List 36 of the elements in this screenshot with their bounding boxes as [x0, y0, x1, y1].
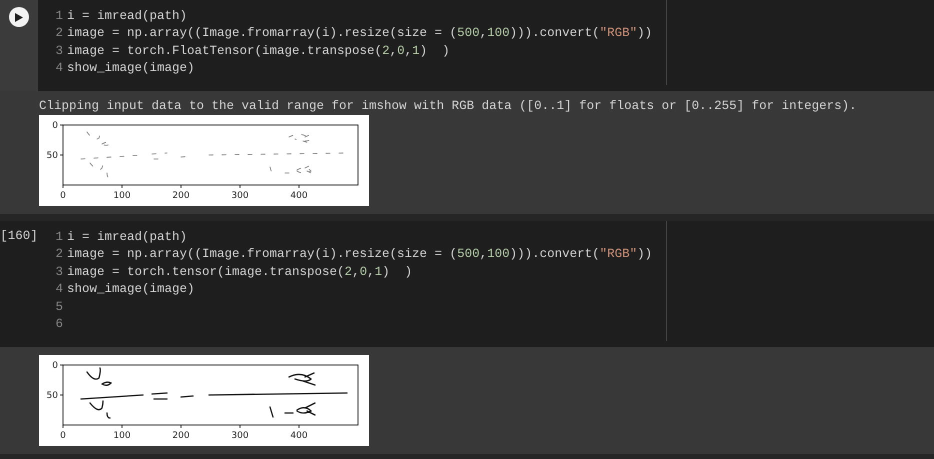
- line-number: 5: [54, 300, 63, 314]
- line-number: 4: [54, 282, 63, 296]
- axis-tick-label: 300: [231, 191, 249, 201]
- axis-tick-label: 50: [46, 391, 58, 401]
- line-number: 1: [54, 8, 63, 23]
- axis-tick-label: 50: [46, 151, 58, 161]
- axis-tick-label: 0: [60, 191, 66, 201]
- axis-tick-label: 200: [172, 431, 190, 441]
- code-line: i = imread(path): [67, 8, 188, 23]
- line-number: 2: [54, 26, 63, 40]
- code-line: image = np.array((Image.fromarray(i).resize(size = (500,100))).convert("RGB")): [67, 247, 652, 262]
- axis-tick-label: 400: [290, 191, 308, 201]
- output-message: Clipping input data to the valid range for imshow with RGB data ([0..1] for floats or [0..255] for integers).: [39, 99, 858, 113]
- execution-count: [160]: [0, 229, 38, 245]
- line-number: 1: [54, 230, 63, 244]
- line-number: 3: [54, 264, 63, 279]
- axis-tick-label: 0: [52, 121, 58, 131]
- axis-tick-label: 0: [52, 361, 58, 371]
- axis-tick-label: 400: [290, 431, 308, 441]
- line-number: 4: [54, 61, 63, 76]
- axis-tick-label: 0: [60, 431, 66, 441]
- code-line: image = torch.tensor(image.transpose(2,0,1) ): [67, 264, 412, 279]
- line-number: 3: [54, 44, 63, 58]
- line-number: 2: [54, 247, 63, 262]
- code-line: i = imread(path): [67, 230, 188, 244]
- run-button[interactable]: [9, 7, 29, 27]
- axis-tick-label: 300: [231, 431, 249, 441]
- code-line: image = torch.FloatTensor(image.transpose(2,0,1) ): [67, 44, 450, 58]
- axis-tick-label: 100: [113, 431, 131, 441]
- code-line: show_image(image): [67, 282, 195, 296]
- play-icon: [15, 12, 23, 22]
- axis-tick-label: 200: [172, 191, 190, 201]
- code-line: image = np.array((Image.fromarray(i).resize(size = (500,100))).convert("RGB")): [67, 26, 652, 40]
- axis-tick-label: 100: [113, 191, 131, 201]
- code-line: show_image(image): [67, 61, 195, 76]
- line-number: 6: [54, 317, 63, 332]
